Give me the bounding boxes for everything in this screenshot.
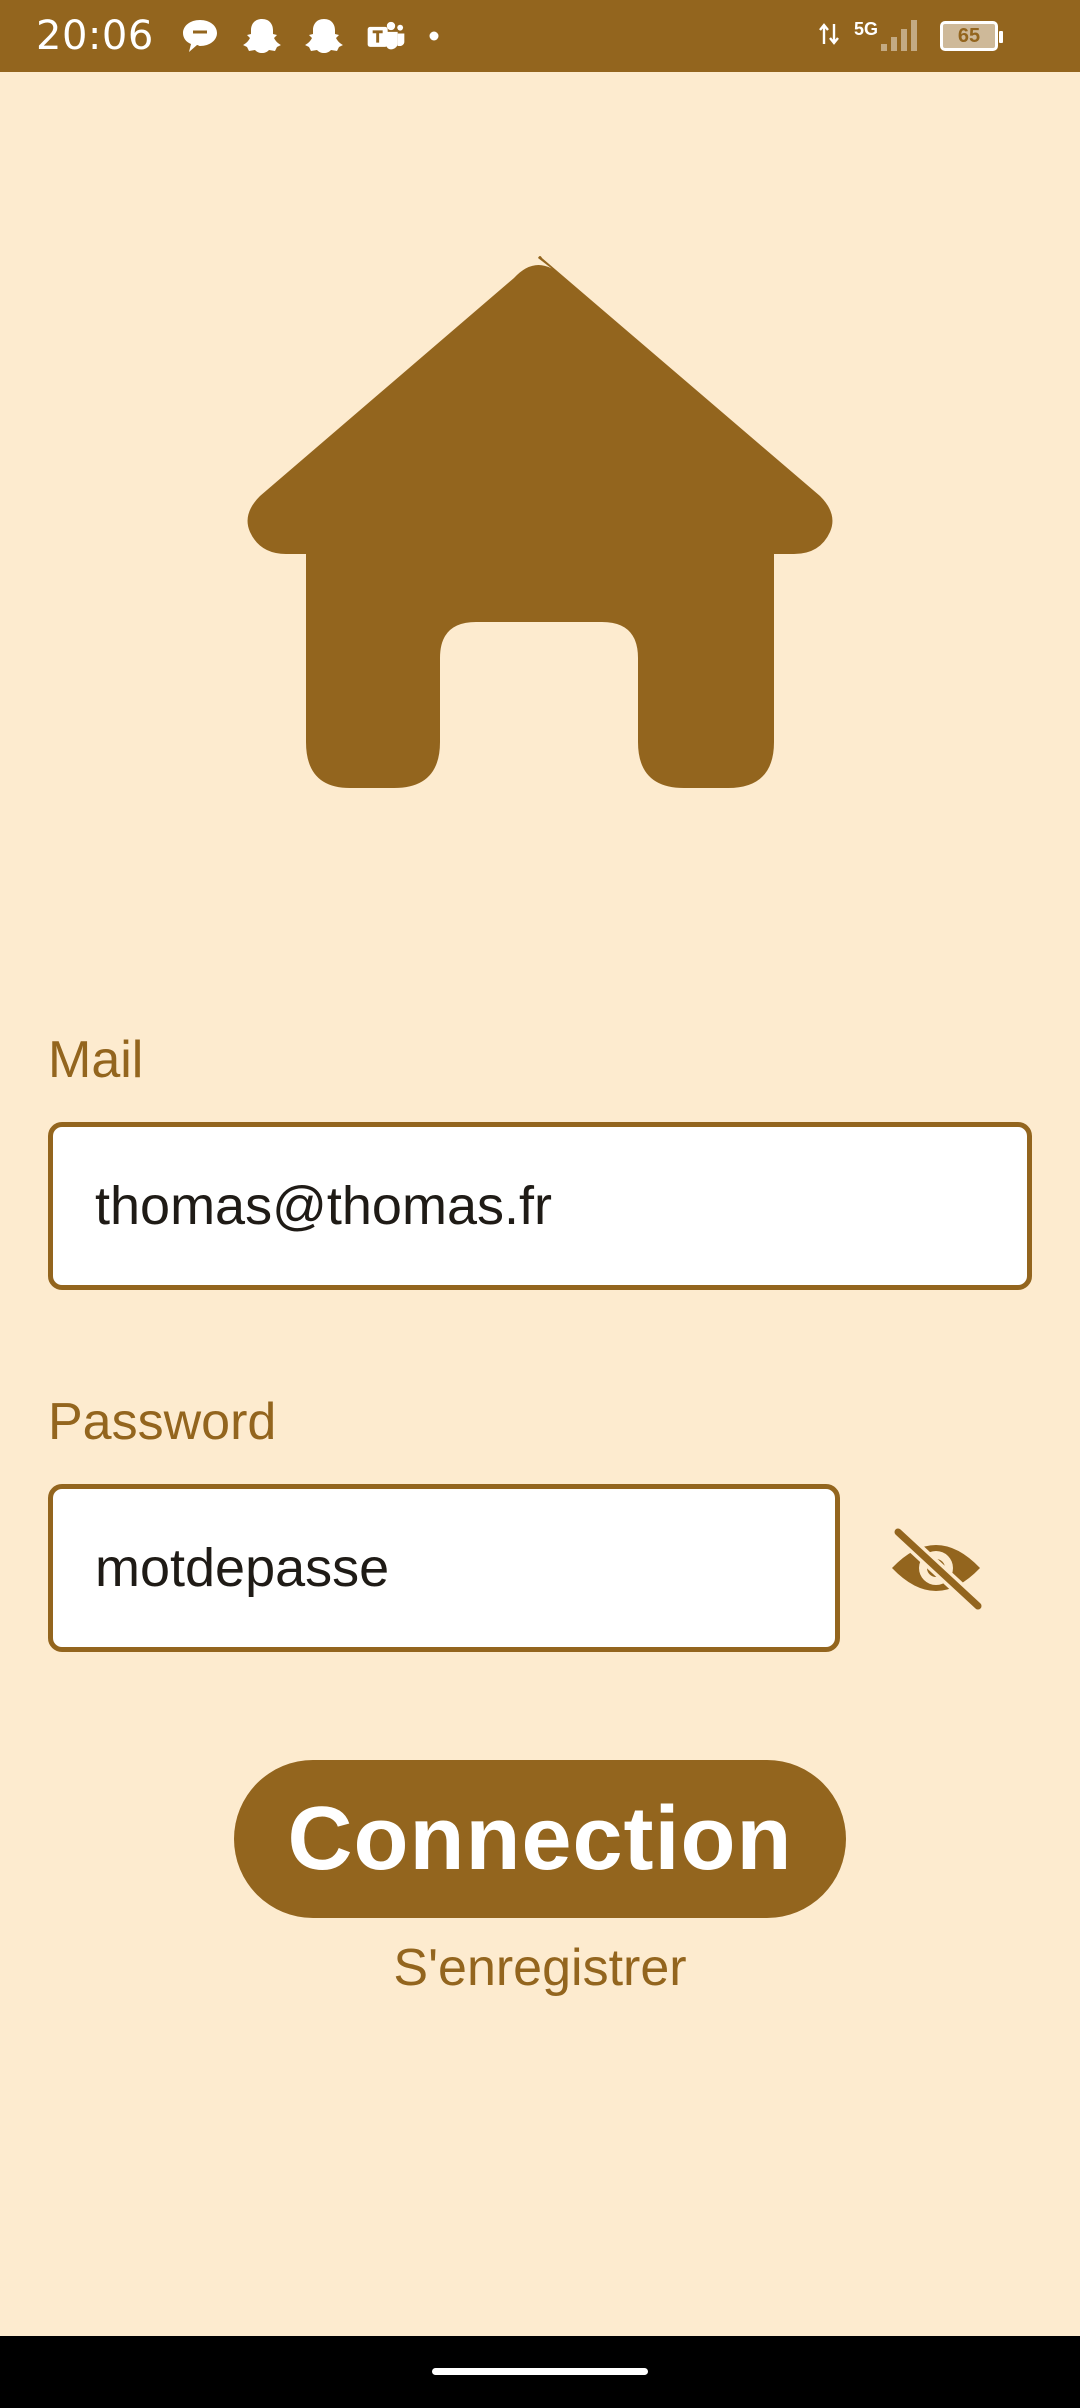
password-field[interactable]: [48, 1484, 840, 1652]
password-visibility-toggle[interactable]: [884, 1524, 988, 1615]
navigation-bar: [0, 2336, 1080, 2408]
status-bar: 20:06 5G 65: [0, 0, 1080, 72]
status-time: 20:06: [36, 13, 154, 59]
status-right: 5G 65: [818, 0, 1003, 72]
connection-button[interactable]: Connection: [234, 1760, 846, 1918]
data-transfer-icon: [818, 22, 840, 51]
home-gesture-handle[interactable]: [432, 2368, 648, 2375]
password-input[interactable]: [95, 1537, 793, 1599]
register-link[interactable]: S'enregistrer: [0, 1938, 1080, 1998]
network-type: 5G: [853, 19, 878, 39]
notification-icons: [180, 16, 440, 56]
mail-input[interactable]: [95, 1175, 985, 1237]
snapchat-icon: [242, 16, 282, 56]
eye-off-icon: [886, 1524, 986, 1615]
signal-icon: [880, 16, 920, 57]
chat-bubble-icon: [180, 16, 220, 56]
password-label: Password: [48, 1393, 277, 1451]
house-icon: [238, 252, 842, 792]
battery-icon: 65: [940, 21, 1003, 51]
teams-icon: [366, 16, 406, 56]
snapchat-icon: [304, 16, 344, 56]
mail-label: Mail: [48, 1031, 144, 1089]
more-notifications-dot-icon: [428, 16, 440, 56]
mail-field[interactable]: [48, 1122, 1032, 1290]
